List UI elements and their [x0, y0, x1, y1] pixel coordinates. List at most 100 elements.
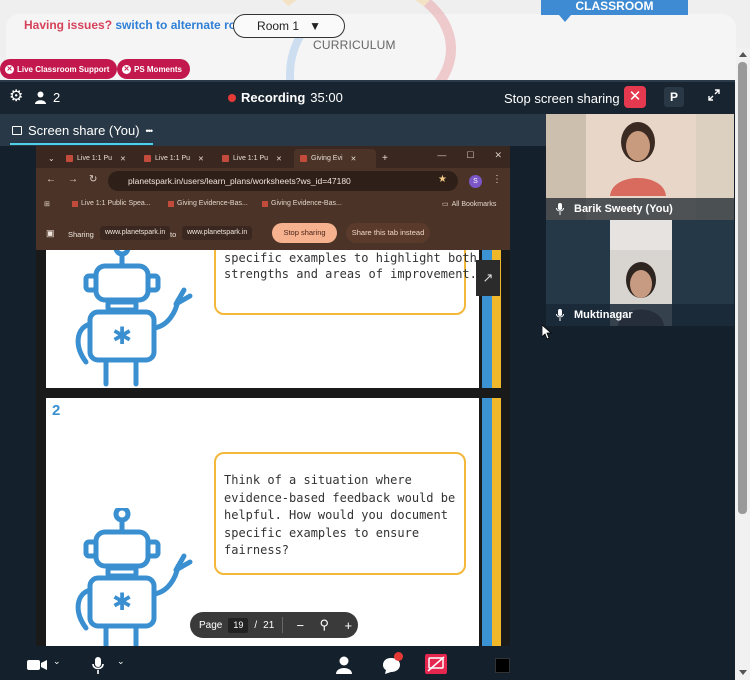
bookmark-item[interactable]: Live 1:1 Public Spea... [72, 200, 151, 207]
camera-icon[interactable] [27, 659, 47, 671]
participants-icon[interactable] [336, 656, 352, 674]
participant-tile[interactable]: Muktinagar [546, 220, 734, 326]
participant-video-icon [610, 122, 666, 196]
issue-prefix: Having issues? [24, 18, 113, 32]
worksheet-text-line: helpful. How would you document [224, 508, 448, 522]
new-tab-button[interactable]: + [376, 149, 396, 168]
stop-sharing-button[interactable]: Stop sharing [272, 223, 337, 243]
microphone-icon[interactable] [92, 657, 104, 674]
page-label: Page [199, 619, 223, 631]
speech-bubble: Think of a situation where evidence-base… [214, 452, 466, 575]
site-favicon-icon [222, 155, 229, 162]
meeting-window: ⚙ 2 Recording 35:00 Stop screen sharing … [0, 80, 735, 680]
scroll-up-arrow-icon[interactable] [739, 52, 747, 57]
forward-arrow-icon[interactable]: → [68, 174, 78, 185]
mouse-cursor-icon [542, 325, 552, 340]
browser-tab-label: Live 1:1 Pu [155, 155, 191, 162]
pill-label: Live Classroom Support [17, 64, 110, 74]
participant-tile[interactable]: Barik Sweety (You) [546, 114, 734, 220]
bookmarks-bar: ⊞ Live 1:1 Public Spea... Giving Evidenc… [36, 194, 510, 214]
zoom-in-icon[interactable]: + [339, 618, 357, 633]
sharing-to-word: to [170, 230, 177, 239]
bookmark-item[interactable]: Giving Evidence-Bas... [168, 200, 248, 207]
issue-message: Having issues? switch to alternate room [24, 18, 254, 32]
tab-sharing-infobar: ▣ Sharing www.planetspark.in to www.plan… [36, 216, 510, 250]
tab-dropdown[interactable]: ⌄ [42, 149, 55, 168]
live-classroom-support-button[interactable]: ✕ Live Classroom Support [0, 59, 118, 79]
back-arrow-icon[interactable]: ← [46, 174, 56, 185]
browser-tab-label: Giving Evi [311, 155, 343, 162]
folder-icon: ▭ [442, 201, 449, 208]
bookmark-label: Giving Evidence-Bas... [271, 200, 342, 207]
close-icon[interactable]: ✕ [351, 155, 357, 163]
screen-share-icon: ▣ [46, 228, 55, 238]
page-number-input[interactable]: 19 [228, 617, 249, 633]
ps-moments-button[interactable]: ✕ PS Moments [117, 59, 191, 79]
browser-tab[interactable]: Live 1:1 Pu ✕ [216, 149, 294, 168]
participants-button[interactable]: 2 [34, 90, 60, 105]
shared-screen-stage: ⌄ Live 1:1 Pu ✕ Live 1:1 Pu ✕ Live 1:1 P… [0, 146, 546, 646]
classroom-tab-pointer [559, 15, 571, 22]
monitor-icon [12, 126, 22, 135]
robot-illustration-icon: ✱ [75, 508, 193, 646]
browser-tab[interactable]: Live 1:1 Pu ✕ [60, 149, 138, 168]
close-icon[interactable]: ✕ [198, 155, 204, 163]
close-icon[interactable]: ✕ [276, 155, 282, 163]
sharing-label: Sharing [68, 230, 94, 239]
address-bar[interactable]: planetspark.in/users/learn_plans/workshe… [108, 171, 458, 191]
share-this-tab-button[interactable]: Share this tab instead [346, 223, 430, 243]
profile-button[interactable]: P [664, 87, 684, 107]
browser-menu-icon[interactable]: ⋮ [492, 174, 502, 185]
card-side-stripe [482, 398, 492, 646]
worksheet-card: 2 ✱ Think of a situation where evidence-… [46, 398, 479, 646]
fullscreen-icon[interactable] [704, 87, 724, 107]
stop-screen-sharing-label: Stop screen sharing [504, 91, 620, 106]
person-icon [35, 91, 46, 104]
reload-icon[interactable]: ↻ [89, 174, 97, 185]
layout-square-icon[interactable] [495, 658, 510, 673]
worksheet-text-line: Think of a situation where [224, 473, 412, 487]
all-bookmarks-button[interactable]: ▭ All Bookmarks [442, 200, 497, 209]
gear-icon[interactable]: ⚙ [9, 89, 23, 105]
zoom-out-icon[interactable]: − [291, 618, 309, 633]
meeting-header: ⚙ 2 Recording 35:00 Stop screen sharing … [0, 82, 735, 114]
minimize-icon[interactable]: — [437, 150, 446, 161]
close-window-icon[interactable]: ✕ [494, 150, 502, 161]
card-side-stripe [492, 398, 501, 646]
all-bookmarks-label: All Bookmarks [451, 200, 497, 208]
zoom-search-icon[interactable]: ⚲ [315, 617, 333, 633]
window-controls: — ☐ ✕ [437, 150, 502, 161]
scroll-down-arrow-icon[interactable] [739, 670, 747, 675]
close-circle-icon: ✕ [5, 64, 14, 74]
stop-share-screen-icon[interactable] [425, 654, 447, 674]
robot-illustration-icon: ✱ [75, 250, 193, 387]
more-options-icon[interactable]: ••• [146, 126, 154, 136]
maximize-icon[interactable]: ☐ [466, 150, 474, 161]
browser-tabstrip: ⌄ Live 1:1 Pu ✕ Live 1:1 Pu ✕ Live 1:1 P… [36, 146, 510, 168]
close-icon[interactable]: ✕ [120, 155, 126, 163]
worksheet-text-line: evidence-based feedback would be [224, 490, 456, 505]
apps-grid-icon[interactable]: ⊞ [44, 200, 50, 208]
site-favicon-icon [72, 200, 78, 207]
browser-tab-label: Live 1:1 Pu [77, 155, 113, 162]
room-select[interactable]: Room 1 ▼ [233, 14, 345, 38]
browser-tab-active[interactable]: Giving Evi ✕ [294, 149, 376, 168]
worksheet-viewer: ✱ specific examples to highlight both st… [36, 250, 510, 646]
classroom-tab[interactable]: CLASSROOM [541, 0, 688, 15]
bookmark-label: Giving Evidence-Bas... [177, 200, 248, 207]
divider [282, 617, 284, 633]
browser-profile-avatar[interactable]: S [469, 175, 482, 188]
browser-tab[interactable]: Live 1:1 Pu ✕ [138, 149, 216, 168]
bookmark-item[interactable]: Giving Evidence-Bas... [262, 200, 342, 207]
page-navigator: Page 19 / 21 − ⚲ + [190, 612, 358, 638]
page-separator: / [254, 619, 258, 631]
open-external-icon[interactable]: ↗ [476, 260, 500, 296]
tab-screen-share[interactable]: Screen share (You) ••• [12, 123, 154, 138]
microphone-icon [556, 203, 564, 215]
camera-options-chevron-icon[interactable]: ⌄ [53, 656, 61, 667]
scroll-thumb[interactable] [738, 62, 747, 514]
bookmark-star-icon[interactable]: ★ [438, 174, 447, 185]
page-scrollbar[interactable] [736, 48, 750, 680]
mic-options-chevron-icon[interactable]: ⌄ [117, 656, 125, 667]
stop-screen-sharing-button[interactable]: ✕ [624, 86, 646, 108]
